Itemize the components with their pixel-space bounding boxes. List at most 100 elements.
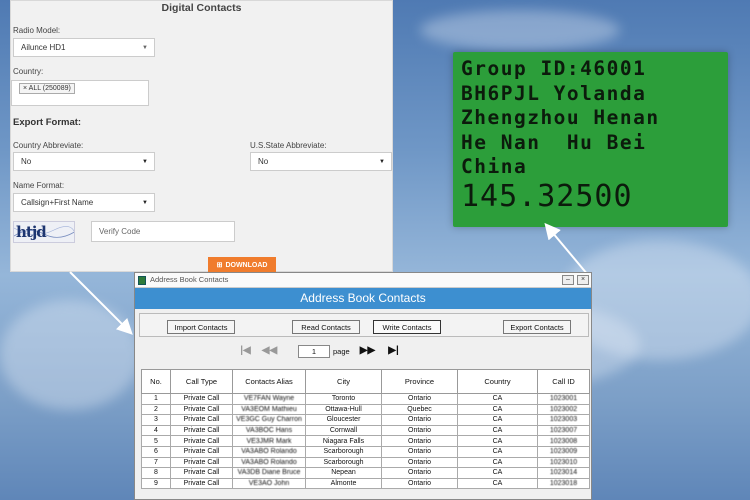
cell-alias: VA3ABO Rolando (232, 445, 306, 458)
cell-alias: VE3JMR Mark (232, 435, 306, 447)
cell-alias: VE3GC Guy Charron (232, 414, 306, 426)
radio-model-value: Ailunce HD1 (21, 43, 66, 52)
cell-call-id: 1023009 (537, 445, 590, 458)
cell-country: CA (457, 477, 538, 490)
digital-contacts-form: Digital Contacts Radio Model: Ailunce HD… (10, 0, 393, 273)
table-body: 1 Private Call VE7FAN Wayne Toronto Ontario C… (141, 393, 590, 490)
prev-page-icon[interactable]: ◀◀ (261, 344, 278, 359)
radio-display: Group ID:46001 BH6PJL Yolanda Zhengzhou … (453, 52, 728, 227)
country-abbreviate-select[interactable]: No ▼ (13, 152, 155, 171)
column-header-province[interactable]: Province (381, 369, 458, 394)
contacts-table: No. Call Type Contacts Alias City Provin… (141, 369, 590, 490)
lcd-line-region: He Nan Hu Bei (461, 130, 647, 154)
cell-province: Ontario (381, 477, 458, 490)
download-icon: ⊞ (216, 262, 223, 269)
read-contacts-button[interactable]: Read Contacts (292, 320, 360, 334)
cell-call-type: Private Call (170, 445, 233, 458)
cell-province: Ontario (381, 467, 458, 479)
table-row[interactable]: 5 Private Call VE3JMR Mark Niagara Falls Ont… (141, 435, 590, 447)
table-row[interactable]: 3 Private Call VE3GC Guy Charron Gloucester… (141, 414, 590, 426)
form-title: Digital Contacts (161, 2, 242, 14)
download-button[interactable]: ⊞ DOWNLOAD (208, 257, 276, 273)
cell-alias: VA3EOM Mathieu (232, 403, 306, 416)
download-label: DOWNLOAD (225, 261, 268, 269)
page-label: page (333, 347, 350, 356)
lcd-frequency: 145.32500 (461, 178, 633, 214)
column-header-no[interactable]: No. (141, 369, 171, 394)
export-format-heading: Export Format: (13, 117, 82, 128)
lcd-line-group: Group ID:46001 (461, 57, 647, 80)
cell-call-type: Private Call (170, 393, 233, 405)
table-row[interactable]: 9 Private Call VE3AO John Almonte Ontario CA 1… (141, 477, 590, 490)
write-contacts-button[interactable]: Write Contacts (373, 320, 441, 334)
window-titlebar[interactable]: Address Book Contacts – × (135, 273, 591, 288)
cell-city: Almonte (305, 477, 382, 490)
cell-alias: VE3AO John (232, 477, 306, 490)
import-contacts-button[interactable]: Import Contacts (167, 320, 235, 334)
close-icon[interactable]: × (577, 275, 589, 285)
cell-alias: VA3DB Diane Bruce (232, 467, 306, 479)
table-row[interactable]: 4 Private Call VA3BOC Hans Cornwall Ontario C… (141, 424, 590, 437)
table-row[interactable]: 2 Private Call VA3EOM Mathieu Ottawa-Hull Qu… (141, 403, 590, 416)
cell-alias: VA3ABO Rolando (232, 456, 306, 469)
page-input[interactable]: 1 (298, 345, 330, 358)
verify-code-input[interactable]: Verify Code (91, 221, 235, 242)
cell-city: Scarborough (305, 456, 382, 469)
chevron-down-icon: ▼ (142, 158, 148, 165)
cell-no: 6 (141, 445, 171, 458)
cell-alias: VE7FAN Wayne (232, 393, 306, 405)
radio-model-select[interactable]: Ailunce HD1 ▼ (13, 38, 155, 57)
cell-call-type: Private Call (170, 456, 233, 469)
column-header-call-type[interactable]: Call Type (170, 369, 233, 394)
table-row[interactable]: 6 Private Call VA3ABO Rolando Scarborough On… (141, 445, 590, 458)
country-abbreviate-value: No (21, 157, 32, 166)
country-tag[interactable]: × ALL (250089) (19, 83, 75, 94)
lcd-line-country: China (461, 155, 528, 178)
cell-city: Toronto (305, 393, 382, 405)
cell-city: Cornwall (305, 424, 382, 437)
table-row[interactable]: 1 Private Call VE7FAN Wayne Toronto Ontario C… (141, 393, 590, 405)
name-format-value: Callsign+First Name (21, 198, 94, 207)
cell-country: CA (457, 424, 538, 437)
column-header-alias[interactable]: Contacts Alias (232, 369, 306, 394)
chevron-down-icon: ▼ (142, 199, 148, 206)
export-contacts-button[interactable]: Export Contacts (503, 320, 571, 334)
cell-call-type: Private Call (170, 403, 233, 416)
cell-city: Niagara Falls (305, 435, 382, 447)
cell-city: Nepean (305, 467, 382, 479)
cell-province: Quebec (381, 403, 458, 416)
us-state-abbreviate-select[interactable]: No ▼ (250, 152, 392, 171)
cell-city: Scarborough (305, 445, 382, 458)
last-page-icon[interactable]: ▶| (385, 344, 402, 359)
cell-call-type: Private Call (170, 467, 233, 479)
cell-call-id: 1023010 (537, 456, 590, 469)
column-header-call-id[interactable]: Call ID (537, 369, 590, 394)
cell-call-type: Private Call (170, 414, 233, 426)
us-state-abbreviate-label: U.S.State Abbreviate: (250, 141, 327, 150)
name-format-select[interactable]: Callsign+First Name ▼ (13, 193, 155, 212)
cell-call-id: 1023007 (537, 424, 590, 437)
country-label: Country: (13, 67, 44, 76)
table-row[interactable]: 7 Private Call VA3ABO Rolando Scarborough On… (141, 456, 590, 469)
chevron-down-icon: ▼ (142, 44, 148, 51)
minimize-icon[interactable]: – (562, 275, 574, 285)
first-page-icon[interactable]: |◀ (237, 344, 254, 359)
sky-cloud (420, 10, 620, 50)
chevron-down-icon: ▼ (379, 158, 385, 165)
column-header-country[interactable]: Country (457, 369, 538, 394)
lcd-line-city: Zhengzhou Henan (461, 106, 660, 129)
country-abbreviate-label: Country Abbreviate: (13, 141, 84, 150)
sky-cloud (0, 300, 140, 410)
cell-call-type: Private Call (170, 435, 233, 447)
cell-no: 8 (141, 467, 171, 479)
cell-province: Ontario (381, 424, 458, 437)
window-banner: Address Book Contacts (135, 288, 591, 309)
captcha-image[interactable]: htjd (13, 221, 75, 243)
table-row[interactable]: 8 Private Call VA3DB Diane Bruce Nepean Onta… (141, 467, 590, 479)
column-header-city[interactable]: City (305, 369, 382, 394)
cell-no: 9 (141, 477, 171, 490)
address-book-window: Address Book Contacts – × Address Book C… (134, 272, 592, 500)
cell-call-id: 1023018 (537, 477, 590, 490)
cell-city: Ottawa-Hull (305, 403, 382, 416)
next-page-icon[interactable]: ▶▶ (359, 344, 376, 359)
